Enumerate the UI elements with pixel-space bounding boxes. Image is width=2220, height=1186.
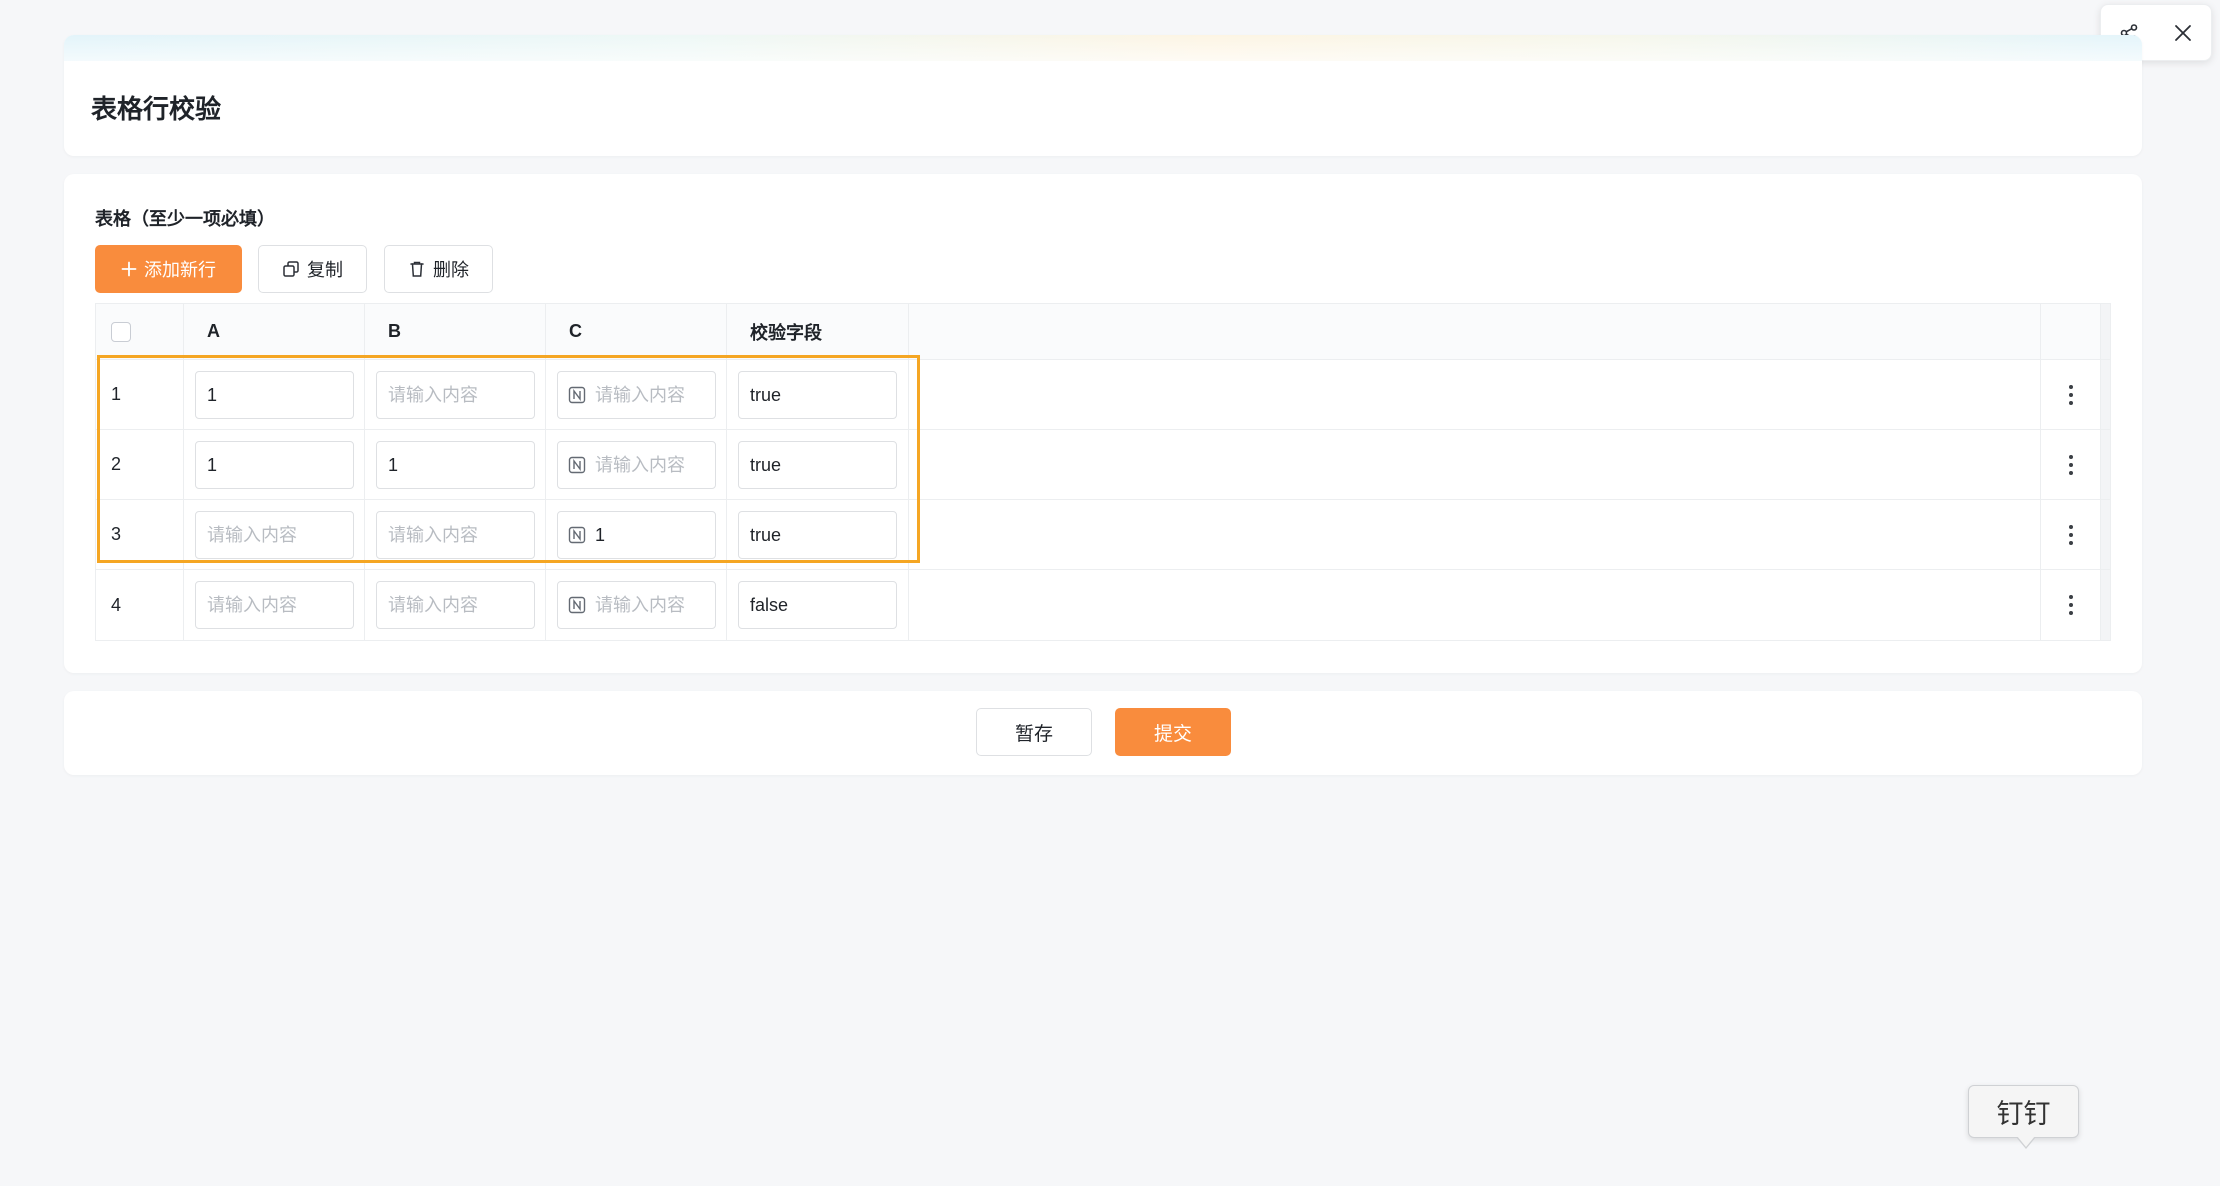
copy-label: 复制 <box>307 260 343 280</box>
table-row: 4 <box>96 570 2110 640</box>
cell-b-input[interactable] <box>376 511 535 559</box>
header-card: 表格行校验 <box>64 35 2142 156</box>
footer-card: 暂存 提交 <box>64 691 2142 775</box>
select-all-checkbox[interactable] <box>111 321 131 342</box>
cell-b-input[interactable] <box>376 581 535 629</box>
close-icon[interactable] <box>2168 18 2198 48</box>
add-row-label: 添加新行 <box>144 260 216 280</box>
tooltip: 钉钉 <box>1968 1085 2079 1138</box>
check-field-input[interactable] <box>738 581 897 629</box>
check-field-input[interactable] <box>738 371 897 419</box>
copy-button[interactable]: 复制 <box>258 245 367 293</box>
save-draft-button[interactable]: 暂存 <box>976 708 1092 756</box>
column-header-check: 校验字段 <box>750 322 822 343</box>
table-row: 3 <box>96 500 2110 570</box>
column-header-b: B <box>388 321 401 341</box>
table-header-row: A B C 校验字段 <box>96 304 2110 360</box>
column-header-a: A <box>207 321 220 341</box>
row-more-icon[interactable] <box>2063 589 2079 621</box>
delete-button[interactable]: 删除 <box>384 245 493 293</box>
number-icon <box>568 386 586 404</box>
header-gradient <box>64 35 2142 61</box>
number-icon <box>568 526 586 544</box>
row-index: 1 <box>96 360 184 429</box>
data-table: A B C 校验字段 1 2 <box>95 303 2111 641</box>
header-filler <box>909 304 2041 359</box>
row-more-icon[interactable] <box>2063 379 2079 411</box>
cell-a-input[interactable] <box>195 511 354 559</box>
row-more-icon[interactable] <box>2063 519 2079 551</box>
submit-button[interactable]: 提交 <box>1115 708 1231 756</box>
copy-icon <box>283 261 299 277</box>
check-field-input[interactable] <box>738 441 897 489</box>
cell-a-input[interactable] <box>195 581 354 629</box>
row-index: 4 <box>96 570 184 640</box>
header-actions <box>2041 304 2101 359</box>
row-index: 2 <box>96 430 184 499</box>
cell-b-input[interactable] <box>376 441 535 489</box>
check-field-input[interactable] <box>738 511 897 559</box>
add-row-button[interactable]: 添加新行 <box>95 245 242 293</box>
row-more-icon[interactable] <box>2063 449 2079 481</box>
trash-icon <box>410 261 424 277</box>
cell-a-input[interactable] <box>195 441 354 489</box>
delete-label: 删除 <box>433 260 469 280</box>
number-icon <box>568 456 586 474</box>
scroll-gutter <box>2101 304 2110 359</box>
row-index: 3 <box>96 500 184 569</box>
form-card: 表格（至少一项必填） 添加新行 复制 删除 A B C 校验字段 1 1 请输入… <box>64 174 2142 673</box>
cell-a-input[interactable] <box>195 371 354 419</box>
column-header-c: C <box>569 321 582 341</box>
table-field-label: 表格（至少一项必填） <box>95 209 275 229</box>
page-title: 表格行校验 <box>91 94 222 124</box>
plus-icon <box>121 261 137 277</box>
number-icon <box>568 596 586 614</box>
table-row: 2 <box>96 430 2110 500</box>
tooltip-arrow <box>2016 1136 2036 1149</box>
table-row: 1 <box>96 360 2110 430</box>
cell-b-input[interactable] <box>376 371 535 419</box>
